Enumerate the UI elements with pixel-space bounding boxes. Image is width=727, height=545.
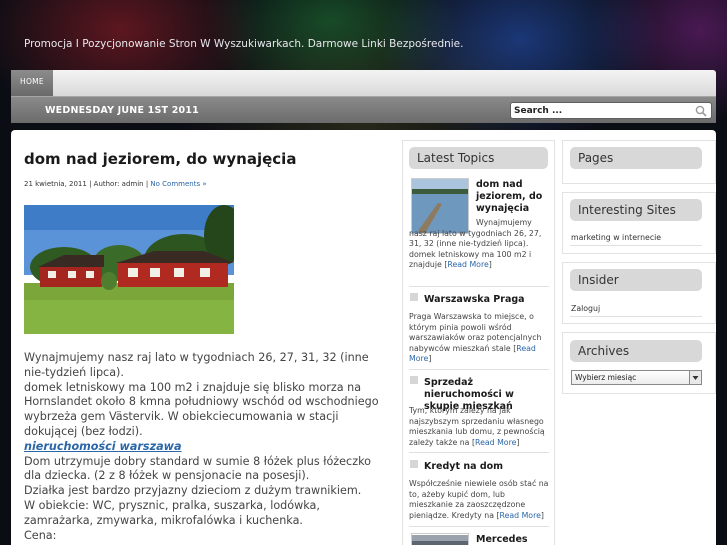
topic-excerpt: Wynajmujemy nasz raj lato w tygodniach 2… [409, 218, 542, 269]
keyword-link[interactable]: nieruchomości warszawa [24, 440, 379, 455]
latest-topics-heading: Latest Topics [409, 147, 548, 169]
interesting-sites-heading: Interesting Sites [570, 199, 702, 221]
date-bar: WEDNESDAY JUNE 1ST 2011 [11, 96, 716, 123]
site-tagline: Promocja I Pozycjonowanie Stron W Wyszuk… [24, 38, 464, 50]
topic-title[interactable]: Mercedes [476, 534, 548, 545]
topic-bullet-icon [410, 293, 418, 301]
comments-link[interactable]: No Comments » [150, 180, 206, 188]
search-icon[interactable] [695, 105, 707, 117]
read-more-link[interactable]: Read More [475, 438, 516, 447]
chevron-down-icon[interactable] [689, 371, 701, 384]
topic-bullet-icon [410, 460, 418, 468]
topic-divider [409, 369, 549, 370]
widget-divider [570, 245, 702, 246]
post-paragraph: Cena: [24, 528, 57, 542]
topic-divider [409, 526, 549, 527]
house-photo [24, 205, 234, 334]
topic-title[interactable]: Kredyt na dom [424, 461, 549, 473]
topic-excerpt: Praga Warszawska to miejsce, o którym pi… [409, 312, 542, 363]
post-meta-text: 21 kwietnia, 2011 | Author: admin | [24, 180, 151, 188]
login-link[interactable]: Zaloguj [571, 304, 600, 313]
interesting-site-link[interactable]: marketing w internecie [571, 233, 661, 242]
pages-heading: Pages [570, 147, 702, 169]
post-title[interactable]: dom nad jeziorem, do wynajęcia [24, 150, 384, 168]
topic-bullet-icon [410, 376, 418, 384]
post-paragraph: Działka jest bardzo przyjazny dzieciom z… [24, 484, 362, 498]
read-more-link[interactable]: Read More [500, 511, 541, 520]
archives-select[interactable]: Wybierz miesiąc [571, 370, 702, 385]
read-more-link[interactable]: Read More [447, 260, 488, 269]
insider-heading: Insider [570, 269, 702, 291]
search-box [510, 102, 712, 119]
archives-select-value: Wybierz miesiąc [575, 373, 637, 382]
post-body: Wynajmujemy nasz raj lato w tygodniach 2… [24, 351, 379, 543]
current-date: WEDNESDAY JUNE 1ST 2011 [45, 105, 199, 116]
topic-divider [409, 286, 549, 287]
post-meta: 21 kwietnia, 2011 | Author: admin | No C… [24, 180, 207, 188]
post-paragraph: W obiekcie: WC, prysznic, pralka, suszar… [24, 498, 320, 527]
post-paragraph: Dom utrzymuje dobry standard w sumie 8 ł… [24, 454, 371, 483]
post-paragraph: Wynajmujemy nasz raj lato w tygodniach 2… [24, 351, 369, 379]
search-input[interactable] [514, 105, 684, 117]
topic-excerpt: Tym, którym zależy na jak najszybszym sp… [409, 406, 545, 447]
archives-heading: Archives [570, 340, 702, 362]
topic-excerpt: Współcześnie niewiele osób stać na to, a… [409, 479, 549, 520]
nav-home-link[interactable]: HOME [11, 70, 53, 96]
topic-title[interactable]: dom nad jeziorem, do wynajęcia [476, 179, 548, 215]
post-image [24, 205, 234, 334]
topic-divider [409, 452, 549, 453]
post-paragraph: domek letniskowy ma 100 m2 i znajduje si… [24, 380, 379, 438]
topic-thumbnail[interactable] [411, 533, 469, 545]
main-nav: HOME [11, 70, 716, 96]
car-photo [412, 535, 468, 545]
topic-title[interactable]: Warszawska Praga [424, 294, 549, 306]
widget-divider [570, 316, 702, 317]
